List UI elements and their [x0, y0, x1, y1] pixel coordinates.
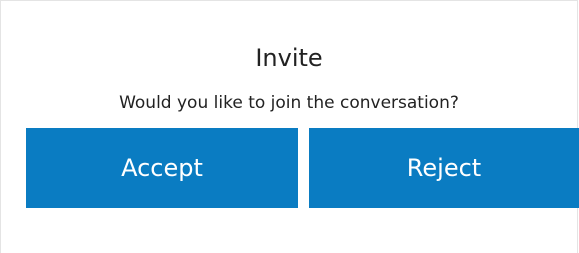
- invite-dialog: Invite Would you like to join the conver…: [0, 0, 579, 253]
- accept-button-label: Accept: [121, 154, 203, 182]
- reject-button-label: Reject: [406, 154, 482, 182]
- reject-button[interactable]: Reject: [309, 128, 579, 208]
- accept-button[interactable]: Accept: [26, 128, 298, 208]
- dialog-message: Would you like to join the conversation?: [119, 93, 459, 113]
- dialog-title: Invite: [255, 44, 323, 72]
